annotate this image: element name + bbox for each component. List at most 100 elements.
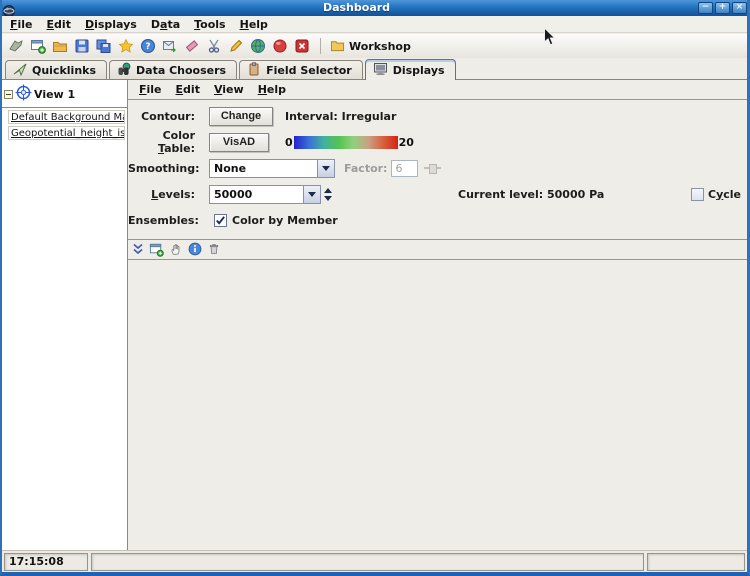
panel-menu-edit[interactable]: Edit (176, 83, 200, 96)
menu-data[interactable]: Data (151, 18, 180, 31)
tab-quicklinks[interactable]: Quicklinks (5, 60, 107, 79)
chevron-down-icon[interactable] (303, 186, 320, 203)
menu-edit[interactable]: Edit (47, 18, 71, 31)
workshop-button[interactable]: Workshop (330, 38, 411, 55)
tab-data-choosers[interactable]: Data Choosers (109, 60, 237, 79)
maximize-button[interactable]: + (715, 2, 730, 14)
new-window-icon[interactable] (29, 37, 47, 55)
info-icon[interactable] (187, 242, 202, 257)
menu-file[interactable]: File (10, 18, 33, 31)
main-toolbar: ? Workshop (2, 34, 747, 58)
smoothing-label: Smoothing: (128, 162, 195, 175)
globe-icon[interactable] (249, 37, 267, 55)
toolbar-separator (320, 38, 321, 54)
view-tree-node[interactable]: View 1 (2, 80, 127, 108)
displays-icon (373, 62, 388, 79)
levels-combobox[interactable]: 50000 (209, 185, 321, 204)
menu-bar: File Edit Displays Data Tools Help (2, 16, 747, 33)
tree-collapse-icon[interactable] (4, 90, 13, 99)
factor-input[interactable]: 6 (391, 160, 418, 177)
panel-separator (128, 239, 747, 240)
legend-item-geopotential-height[interactable]: Geopotential_height_is. ▶ (8, 126, 125, 140)
svg-text:?: ? (145, 42, 150, 52)
help-icon[interactable]: ? (139, 37, 157, 55)
open-file-icon[interactable] (51, 37, 69, 55)
color-table-label: Color Table: (128, 129, 195, 155)
workshop-folder-icon (330, 38, 345, 55)
spinner-down-icon[interactable] (324, 196, 332, 201)
ensembles-label: Ensembles: (128, 214, 195, 227)
menu-displays[interactable]: Displays (85, 18, 137, 31)
panel-menu-view[interactable]: View (214, 83, 244, 96)
smoothing-select[interactable]: None (209, 159, 335, 178)
current-level-text: Current level: 50000 Pa (458, 188, 604, 201)
levels-spinner[interactable] (324, 188, 332, 201)
save-favorite-icon[interactable] (95, 37, 113, 55)
support-request-icon[interactable] (161, 37, 179, 55)
cycle-checkbox[interactable] (691, 188, 704, 201)
color-range-max: 20 (399, 136, 414, 149)
color-table-button[interactable]: VisAD (209, 133, 269, 152)
check-icon (215, 215, 226, 226)
save-icon[interactable] (73, 37, 91, 55)
minimize-button[interactable]: − (698, 2, 713, 14)
titlebar[interactable]: Dashboard − + × (0, 0, 750, 16)
new-display-window-icon[interactable] (149, 242, 164, 257)
spinner-up-icon[interactable] (324, 188, 332, 193)
ensembles-row: Ensembles: Color by Member (128, 210, 741, 230)
eraser-icon[interactable] (183, 37, 201, 55)
window-title: Dashboard (15, 0, 698, 16)
color-by-member-label: Color by Member (232, 214, 338, 227)
contour-interval-text: Interval: Irregular (285, 110, 396, 123)
app-icon (3, 2, 15, 14)
pan-hand-icon[interactable] (168, 242, 183, 257)
panel-menu-file[interactable]: File (139, 83, 162, 96)
status-bar: 17:15:08 GMT (2, 550, 747, 572)
contour-change-button[interactable]: Change (209, 107, 273, 126)
levels-label: Levels: (128, 188, 195, 201)
color-by-member-checkbox[interactable] (214, 214, 227, 227)
data-choosers-icon (117, 62, 131, 79)
memory-indicator (647, 553, 745, 571)
legend-item-background-maps[interactable]: Default Background Maps (8, 110, 125, 124)
favorites-star-icon[interactable] (117, 37, 135, 55)
cut-icon[interactable] (205, 37, 223, 55)
delete-trash-icon[interactable] (206, 242, 221, 257)
menu-help[interactable]: Help (240, 18, 268, 31)
tab-field-selector[interactable]: Field Selector (239, 60, 363, 79)
menu-tools[interactable]: Tools (194, 18, 225, 31)
smoothing-row: Smoothing: None Factor: 6 (128, 158, 741, 178)
clock-display: 17:15:08 GMT (4, 553, 88, 571)
panel-menu-bar: File Edit View Help (128, 80, 747, 100)
levels-row: Levels: 50000 Current level: 50000 Pa Cy… (128, 184, 741, 204)
contour-row: Contour: Change Interval: Irregular (128, 106, 741, 126)
color-table-row: Color Table: VisAD 0 20 (128, 132, 741, 152)
tab-displays[interactable]: Displays (365, 59, 456, 80)
cycle-label: Cycle (708, 188, 741, 201)
field-selector-icon (247, 62, 261, 79)
content-area: View 1 Default Background Maps Geopotent… (2, 79, 747, 550)
color-range-min: 0 (285, 136, 293, 149)
choose-data-icon[interactable] (7, 37, 25, 55)
view-compass-icon (15, 84, 32, 104)
edit-pencil-icon[interactable] (227, 37, 245, 55)
panel-menu-help[interactable]: Help (258, 83, 286, 96)
display-control-panel: File Edit View Help Contour: Change Inte… (128, 80, 747, 550)
view-legend-sidebar: View 1 Default Background Maps Geopotent… (2, 80, 128, 550)
panel-separator (128, 259, 747, 260)
cycle-group: Cycle (691, 188, 741, 201)
legend-mini-toolbar (130, 241, 747, 257)
tab-bar: Quicklinks Data Choosers Field Selector … (2, 58, 747, 79)
close-button[interactable]: × (732, 2, 747, 14)
view-label: View 1 (34, 88, 75, 101)
dashboard-window: Dashboard − + × File Edit Displays Data … (0, 0, 750, 576)
exit-icon[interactable] (293, 37, 311, 55)
collapse-chevrons-icon[interactable] (130, 242, 145, 257)
window-controls: − + × (698, 2, 747, 14)
quicklinks-icon (13, 62, 27, 79)
record-movie-icon[interactable] (271, 37, 289, 55)
chevron-down-icon[interactable] (317, 160, 334, 177)
factor-slider-icon[interactable] (424, 163, 441, 173)
factor-label: Factor: (344, 162, 387, 175)
color-table-preview[interactable] (294, 136, 398, 149)
